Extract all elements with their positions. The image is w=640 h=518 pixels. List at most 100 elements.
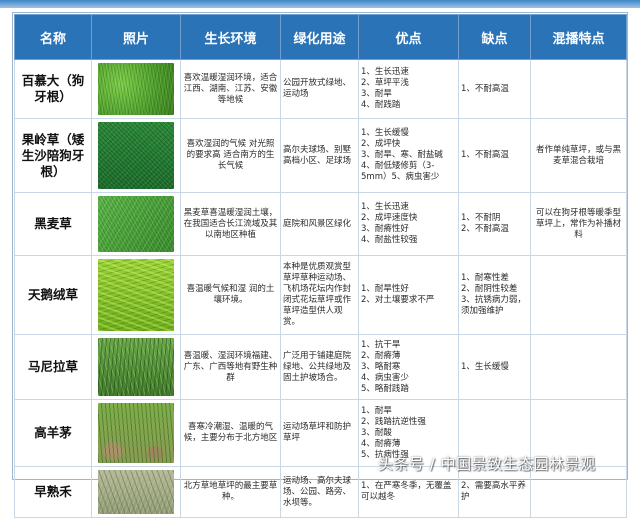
cons-cell: 1、不耐阴 2、不耐高温 bbox=[458, 192, 531, 256]
sowing-cell: 可以在狗牙根等暖季型草坪上，常作为补播材料 bbox=[530, 192, 627, 256]
pros-item: 1、耐旱 bbox=[361, 405, 392, 416]
pros-cell: 1、生长迅速 2、成坪速度快 3、耐瘠性好 4、耐盐性较强 bbox=[358, 192, 459, 256]
pros-item: 3、耐瘠性好 bbox=[361, 224, 409, 234]
grass-comparison-table: 名称 照片 生长环境 绿化用途 优点 缺点 混播特点 百慕大（狗牙根） 喜欢温暖… bbox=[14, 14, 627, 518]
environment-cell: 喜温暖气候和湿 润的土壤环境。 bbox=[180, 255, 281, 335]
pros-item: 2、成坪快 bbox=[361, 139, 401, 149]
header-environment: 生长环境 bbox=[180, 14, 281, 60]
pros-item: 2、对土壤要求不严 bbox=[361, 295, 435, 305]
usage-cell: 本种是优质观赏型草坪草种运动场、飞机场花坛内作封闭式花坛草坪或作草坪造型供人观赏… bbox=[280, 255, 359, 335]
cons-item: 1、耐寒性差 bbox=[461, 273, 509, 283]
table-row: 百慕大（狗牙根） 喜欢温暖湿润环境，适合江西、湖南、江苏、安徽等地候 公园开放式… bbox=[14, 59, 627, 119]
cons-item: 1、不耐高温 bbox=[461, 150, 509, 160]
pros-cell: 1、在严寒冬季，无覆盖可以越冬 bbox=[358, 466, 459, 518]
pros-cell: 1、耐旱性好 2、对土壤要求不严 bbox=[358, 255, 459, 335]
usage-cell: 高尔夫球场、别墅高档小区、足球场 bbox=[280, 118, 359, 193]
pros-item: 1、生长缓慢 bbox=[361, 128, 409, 138]
header-usage: 绿化用途 bbox=[280, 14, 359, 60]
header-pros: 优点 bbox=[358, 14, 459, 60]
usage-cell: 运动场、高尔夫球场、公园、路旁、水坝等。 bbox=[280, 466, 359, 518]
cons-cell: 1、耐寒性差 2、耐阴性较差 3、抗锈病力弱，须加强维护 bbox=[458, 255, 531, 335]
grass-photo-cell bbox=[91, 334, 181, 400]
table-header-row: 名称 照片 生长环境 绿化用途 优点 缺点 混播特点 bbox=[14, 14, 627, 60]
grass-photo-tall-fescue bbox=[98, 403, 174, 463]
cons-item: 1、不耐高温 bbox=[461, 83, 509, 94]
cons-item: 1、生长缓慢 bbox=[461, 361, 509, 372]
pros-item: 1、在严寒冬季，无覆盖可以越冬 bbox=[361, 481, 452, 502]
sowing-cell bbox=[530, 255, 627, 335]
pros-item: 4、病虫害少 bbox=[361, 372, 409, 383]
pros-item: 4、耐盐性较强 bbox=[361, 235, 418, 245]
environment-cell: 黑麦草喜温暖湿润土壤，在我国适合长江流域及其以南地区种植 bbox=[180, 192, 281, 256]
table-row: 天鹅绒草 喜温暖气候和湿 润的土壤环境。 本种是优质观赏型草坪草种运动场、飞机场… bbox=[14, 255, 627, 335]
grass-name: 天鹅绒草 bbox=[14, 255, 92, 335]
header-sowing: 混播特点 bbox=[530, 14, 627, 60]
pros-item: 2、践踏抗逆性强 bbox=[361, 416, 426, 427]
table-row: 马尼拉草 喜温暖、湿润环境福建、广东、广西等地有野生种群 广泛用于铺建庭院绿地、… bbox=[14, 334, 627, 400]
cons-item: 2、耐阴性较差 bbox=[461, 284, 518, 294]
usage-cell: 公园开放式绿地、运动场 bbox=[280, 59, 359, 119]
grass-photo-cell bbox=[91, 399, 181, 467]
sowing-cell: 者作单纯草坪，或与黑麦草混合栽培 bbox=[530, 118, 627, 193]
grass-photo-bermuda bbox=[98, 63, 174, 115]
pros-item: 3、耐旱 bbox=[361, 89, 392, 99]
cons-cell: 1、生长缓慢 bbox=[458, 334, 531, 400]
header-name: 名称 bbox=[14, 14, 92, 60]
pros-item: 1、生长迅速 bbox=[361, 67, 409, 77]
pros-cell: 1、生长迅速 2、草坪平浅 3、耐旱 4、耐践踏 bbox=[358, 59, 459, 119]
pros-item: 2、成坪速度快 bbox=[361, 213, 418, 223]
grass-photo-cell bbox=[91, 118, 181, 193]
grass-name: 黑麦草 bbox=[14, 192, 92, 256]
table-row: 果岭草（矮生沙陪狗牙根） 喜欢湿润的气候 对光照的要求高 适合南方的生长气候 高… bbox=[14, 118, 627, 193]
watermark-text: 头条号 / 中国景致生态园林景观 bbox=[378, 455, 596, 473]
grass-photo-cell bbox=[91, 466, 181, 518]
pros-item: 3、耐旱、寒、耐盐碱 bbox=[361, 150, 443, 160]
cons-item: 2、不耐高温 bbox=[461, 224, 509, 234]
cons-cell: 1、不耐高温 bbox=[458, 118, 531, 193]
environment-cell: 北方草地草坪的最主要草种。 bbox=[180, 466, 281, 518]
cons-item: 1、不耐阴 bbox=[461, 213, 501, 223]
grass-photo-cell bbox=[91, 59, 181, 119]
slide-top-bar bbox=[0, 0, 640, 8]
grass-photo-manila bbox=[98, 338, 174, 396]
pros-item: 5、略耐践踏 bbox=[361, 383, 409, 394]
pros-cell: 1、抗干旱 2、耐瘠薄 3、略耐寒 4、病虫害少 5、略耐践踏 bbox=[358, 334, 459, 400]
environment-cell: 喜欢湿润的气候 对光照的要求高 适合南方的生长气候 bbox=[180, 118, 281, 193]
environment-cell: 喜欢温暖湿润环境，适合江西、湖南、江苏、安徽等地候 bbox=[180, 59, 281, 119]
pros-item: 1、耐旱性好 bbox=[361, 284, 409, 294]
grass-photo-cell bbox=[91, 255, 181, 335]
pros-item: 3、耐酸 bbox=[361, 427, 392, 438]
usage-cell: 运动场草坪和防护草坪 bbox=[280, 399, 359, 467]
sowing-cell bbox=[530, 334, 627, 400]
cons-cell: 2、需要高水平养护 bbox=[458, 466, 531, 518]
grass-photo-tifdwarf bbox=[98, 122, 174, 189]
table-row: 黑麦草 黑麦草喜温暖湿润土壤，在我国适合长江流域及其以南地区种植 庭院和风景区绿… bbox=[14, 192, 627, 256]
header-cons: 缺点 bbox=[458, 14, 531, 60]
grass-photo-ryegrass bbox=[98, 196, 174, 252]
header-photo: 照片 bbox=[91, 14, 181, 60]
cons-cell: 1、不耐高温 bbox=[458, 59, 531, 119]
grass-photo-velvet bbox=[98, 259, 174, 331]
grass-name: 果岭草（矮生沙陪狗牙根） bbox=[14, 118, 92, 193]
cons-item: 3、抗锈病力弱，须加强维护 bbox=[461, 295, 526, 316]
pros-item: 4、耐低矮修剪（3-5mm）5、病虫害少 bbox=[361, 161, 440, 182]
grass-photo-cell bbox=[91, 192, 181, 256]
grass-name: 早熟禾 bbox=[14, 466, 92, 518]
sowing-cell bbox=[530, 59, 627, 119]
grass-name: 百慕大（狗牙根） bbox=[14, 59, 92, 119]
pros-cell: 1、生长缓慢 2、成坪快 3、耐旱、寒、耐盐碱 4、耐低矮修剪（3-5mm）5、… bbox=[358, 118, 459, 193]
usage-cell: 广泛用于铺建庭院绿地、公共绿地及固土护坡场合。 bbox=[280, 334, 359, 400]
cons-item: 2、需要高水平养护 bbox=[461, 481, 526, 502]
environment-cell: 喜寒冷潮湿、温暖的气候，主要分布于北方地区 bbox=[180, 399, 281, 467]
table-row: 早熟禾 北方草地草坪的最主要草种。 运动场、高尔夫球场、公园、路旁、水坝等。 1… bbox=[14, 466, 627, 518]
pros-item: 4、耐瘠薄 bbox=[361, 438, 401, 449]
grass-photo-bluegrass bbox=[98, 470, 174, 514]
pros-item: 1、生长迅速 bbox=[361, 202, 409, 212]
pros-item: 3、略耐寒 bbox=[361, 361, 401, 372]
environment-cell: 喜温暖、湿润环境福建、广东、广西等地有野生种群 bbox=[180, 334, 281, 400]
pros-item: 1、抗干旱 bbox=[361, 339, 401, 350]
pros-item: 2、耐瘠薄 bbox=[361, 350, 401, 361]
pros-item: 2、草坪平浅 bbox=[361, 78, 409, 88]
grass-name: 高羊茅 bbox=[14, 399, 92, 467]
grass-name: 马尼拉草 bbox=[14, 334, 92, 400]
